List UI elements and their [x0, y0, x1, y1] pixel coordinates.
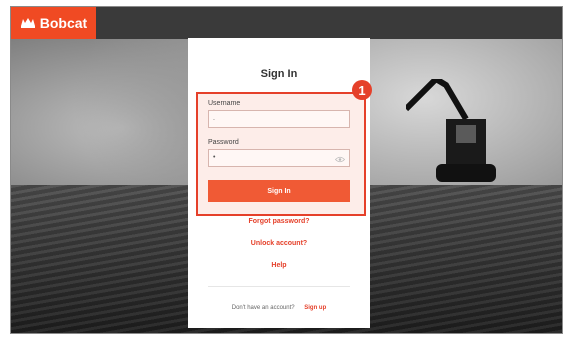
unlock-account-link[interactable]: Unlock account?	[188, 240, 370, 247]
signup-link[interactable]: Sign up	[304, 305, 326, 311]
forgot-password-link[interactable]: Forgot password?	[188, 218, 370, 225]
eye-icon[interactable]	[334, 154, 346, 170]
signup-row: Don't have an account? Sign up	[188, 305, 370, 311]
username-value: .	[213, 115, 215, 122]
help-link[interactable]: Help	[188, 262, 370, 269]
signin-button[interactable]: Sign In	[208, 180, 350, 202]
no-account-text: Don't have an account?	[231, 305, 295, 311]
step-badge: 1	[352, 80, 372, 100]
brand-name: Bobcat	[39, 15, 88, 31]
top-bar: Bobcat	[11, 7, 562, 39]
brand-logo[interactable]: Bobcat	[11, 7, 96, 39]
password-label: Password	[208, 139, 239, 146]
bobcat-logo-icon	[20, 17, 36, 29]
password-value: •	[213, 154, 216, 161]
password-field[interactable]: •	[208, 149, 350, 167]
username-field[interactable]: .	[208, 110, 350, 128]
divider	[208, 286, 350, 287]
excavator-illustration	[406, 79, 496, 182]
signin-title: Sign In	[260, 68, 298, 80]
username-label: Username	[208, 100, 241, 107]
signin-card: Sign In Username . Password • Sign In Fo…	[188, 38, 370, 328]
